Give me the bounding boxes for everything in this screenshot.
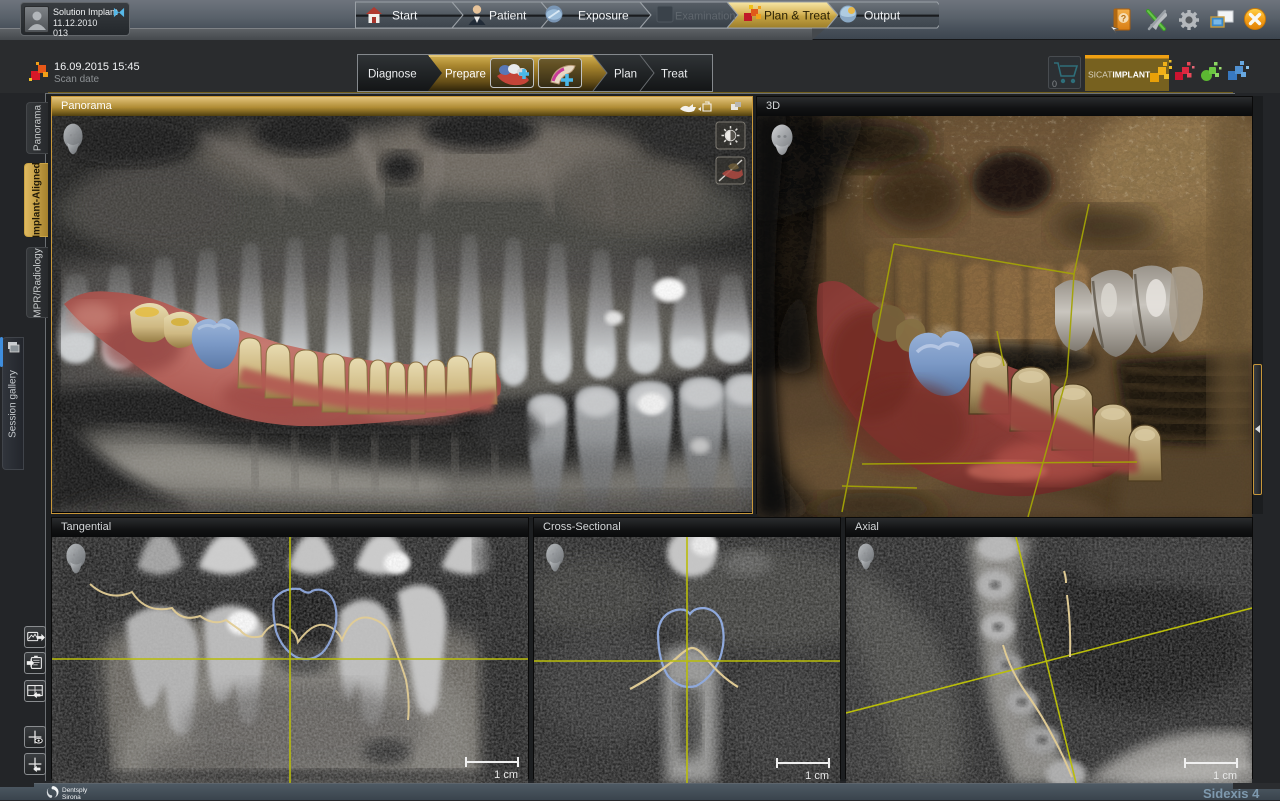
svg-text:Prepare: Prepare [445,69,486,81]
svg-text:Start: Start [392,9,418,23]
svg-text:Patient: Patient [489,9,527,23]
svg-text:0: 0 [1052,79,1057,89]
svg-text:Exposure: Exposure [578,9,629,23]
svg-text:Dentsply: Dentsply [62,787,88,794]
svg-text:SICATIMPLANT: SICATIMPLANT [1088,70,1151,80]
svg-text:1 cm: 1 cm [805,770,829,782]
svg-text:Diagnose: Diagnose [368,69,417,81]
svg-text:?: ? [1121,14,1127,24]
svg-text:1 cm: 1 cm [494,769,518,781]
svg-text:Sirona: Sirona [62,794,81,800]
svg-text:Examination: Examination [675,11,736,23]
svg-text:1 cm: 1 cm [1213,770,1237,782]
svg-text:Output: Output [864,9,901,23]
svg-text:Plan & Treat: Plan & Treat [764,9,831,23]
svg-text:Plan: Plan [614,69,637,81]
svg-text:Treat: Treat [661,69,688,81]
